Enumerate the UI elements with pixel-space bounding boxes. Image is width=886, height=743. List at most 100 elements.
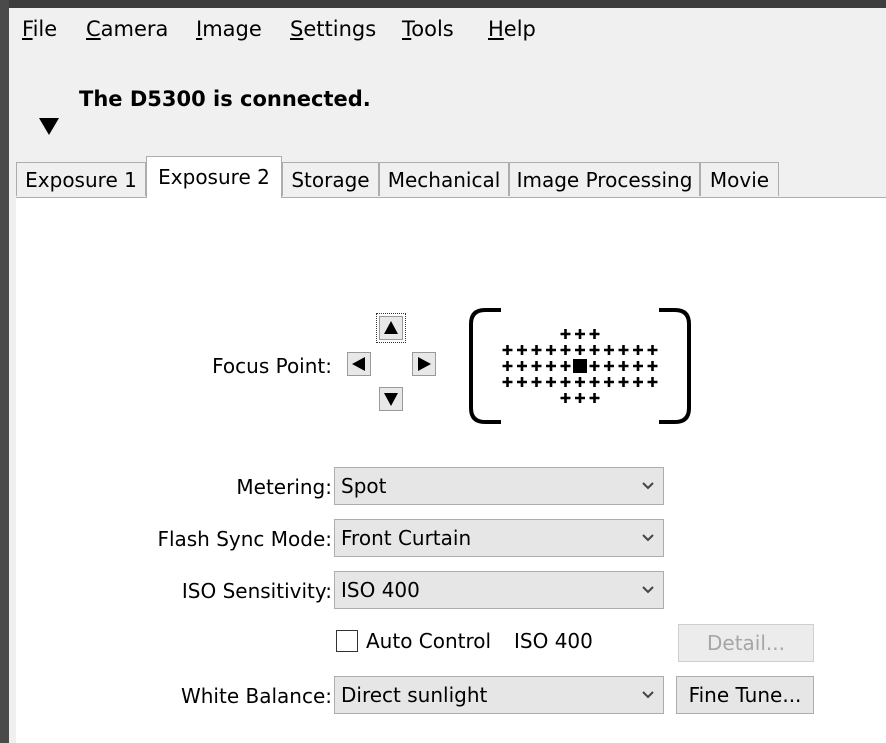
af-point[interactable] <box>517 345 527 355</box>
menu-image[interactable]: Image <box>196 16 262 42</box>
af-point[interactable] <box>502 345 513 355</box>
window-frame-left <box>0 0 9 743</box>
af-point[interactable] <box>604 377 614 387</box>
focus-up-button[interactable] <box>376 313 406 343</box>
af-point[interactable] <box>647 361 658 371</box>
af-point[interactable] <box>633 345 643 355</box>
menu-file-label: ile <box>32 17 58 41</box>
af-point[interactable] <box>560 361 571 371</box>
af-frame-left-bracket <box>469 308 501 424</box>
menu-tools-accelerator: T <box>402 17 412 41</box>
menu-tools-label: ools <box>411 17 454 41</box>
iso-sensitivity-select[interactable]: ISO 400 <box>334 571 664 609</box>
af-point-selected[interactable] <box>573 359 587 373</box>
focus-point-label: Focus Point: <box>212 354 332 378</box>
metering-value: Spot <box>341 474 387 498</box>
af-point[interactable] <box>560 393 571 403</box>
auto-control-label[interactable]: Auto Control <box>366 628 491 654</box>
metering-label: Metering: <box>236 475 332 499</box>
chevron-down-icon <box>642 586 654 594</box>
metering-select[interactable]: Spot <box>334 467 664 505</box>
menu-image-label: mage <box>202 17 262 41</box>
tab-mechanical[interactable]: Mechanical <box>379 162 509 196</box>
af-point[interactable] <box>517 377 527 387</box>
af-point[interactable] <box>633 377 643 387</box>
focus-point-grid[interactable] <box>467 304 693 428</box>
af-point[interactable] <box>589 361 600 371</box>
iso-sensitivity-value: ISO 400 <box>341 578 420 602</box>
camera-control-window: File Camera Image Settings Tools Help Th… <box>9 8 886 743</box>
af-point[interactable] <box>618 345 629 355</box>
focus-left-button[interactable] <box>347 352 371 376</box>
af-point[interactable] <box>589 345 600 355</box>
detail-button[interactable]: Detail... <box>678 624 814 662</box>
collapse-toggle-icon[interactable] <box>39 118 59 135</box>
chevron-down-icon <box>642 691 654 699</box>
menu-help-label: elp <box>503 17 536 41</box>
af-point[interactable] <box>604 345 614 355</box>
tab-image-processing[interactable]: Image Processing <box>509 162 700 196</box>
menu-help-accelerator: H <box>488 17 504 41</box>
af-point[interactable] <box>560 345 571 355</box>
arrow-up-icon <box>384 321 398 334</box>
chevron-down-icon <box>642 534 654 542</box>
af-point[interactable] <box>546 345 556 355</box>
fine-tune-button[interactable]: Fine Tune... <box>676 676 814 714</box>
af-point[interactable] <box>560 377 571 387</box>
flash-sync-select[interactable]: Front Curtain <box>334 519 664 557</box>
auto-control-checkbox[interactable] <box>336 630 358 652</box>
af-point[interactable] <box>575 329 585 339</box>
menu-bar: File Camera Image Settings Tools Help <box>9 8 886 48</box>
flash-sync-value: Front Curtain <box>341 526 472 550</box>
arrow-left-icon <box>352 357 365 371</box>
af-point[interactable] <box>618 377 629 387</box>
af-point[interactable] <box>589 329 600 339</box>
af-point[interactable] <box>647 377 658 387</box>
menu-camera-accelerator: C <box>86 17 101 41</box>
af-point[interactable] <box>575 345 585 355</box>
window-frame-top <box>0 0 886 8</box>
af-point[interactable] <box>517 361 527 371</box>
af-point[interactable] <box>618 361 629 371</box>
af-point[interactable] <box>633 361 643 371</box>
af-point[interactable] <box>531 345 542 355</box>
focus-down-button[interactable] <box>379 387 403 411</box>
tab-storage[interactable]: Storage <box>282 162 379 196</box>
af-point[interactable] <box>589 377 600 387</box>
menu-tools[interactable]: Tools <box>402 16 454 42</box>
menu-settings[interactable]: Settings <box>290 16 376 42</box>
menu-settings-accelerator: S <box>290 17 304 41</box>
menu-help[interactable]: Help <box>488 16 536 42</box>
menu-file[interactable]: File <box>22 16 57 42</box>
tab-strip: Exposure 1 Exposure 2 Storage Mechanical… <box>9 156 886 198</box>
tab-exposure-1[interactable]: Exposure 1 <box>16 162 146 196</box>
connection-status: The D5300 is connected. <box>79 87 371 111</box>
af-point[interactable] <box>502 361 513 371</box>
af-point[interactable] <box>647 345 658 355</box>
af-point[interactable] <box>604 361 614 371</box>
exposure-2-panel: Focus Point: Metering: Spot Flash Sync M… <box>16 197 886 743</box>
af-point[interactable] <box>575 377 585 387</box>
menu-camera[interactable]: Camera <box>86 16 168 42</box>
tab-movie[interactable]: Movie <box>700 162 779 196</box>
auto-iso-value: ISO 400 <box>514 629 593 653</box>
af-point[interactable] <box>589 393 600 403</box>
menu-settings-label: ettings <box>303 17 377 41</box>
arrow-right-icon <box>418 357 431 371</box>
af-point[interactable] <box>546 377 556 387</box>
white-balance-label: White Balance: <box>180 684 332 708</box>
iso-sensitivity-label: ISO Sensitivity: <box>181 579 332 603</box>
af-point[interactable] <box>575 393 585 403</box>
white-balance-select[interactable]: Direct sunlight <box>334 676 664 714</box>
menu-file-accelerator: F <box>22 17 33 41</box>
af-frame-right-bracket <box>659 308 691 424</box>
af-point[interactable] <box>560 329 571 339</box>
af-point[interactable] <box>531 377 542 387</box>
arrow-down-icon <box>384 393 398 406</box>
af-point[interactable] <box>502 377 513 387</box>
af-point[interactable] <box>531 361 542 371</box>
chevron-down-icon <box>642 482 654 490</box>
af-point[interactable] <box>546 361 556 371</box>
tab-exposure-2[interactable]: Exposure 2 <box>146 156 282 198</box>
focus-right-button[interactable] <box>412 352 436 376</box>
